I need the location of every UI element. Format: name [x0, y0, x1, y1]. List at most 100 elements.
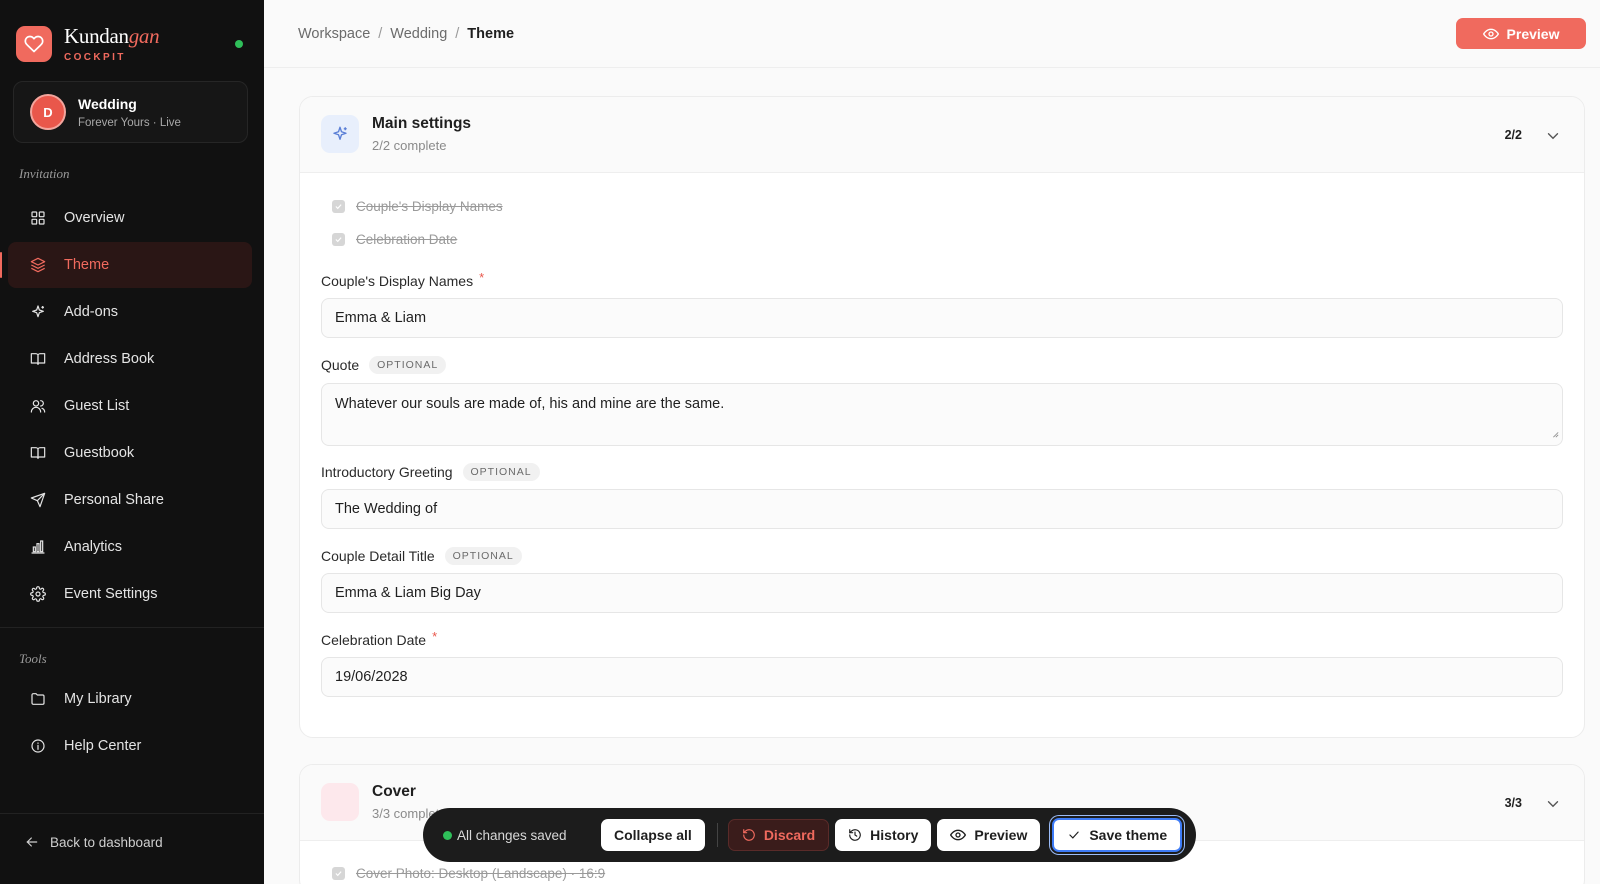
- online-status-dot: [235, 40, 243, 48]
- send-icon: [28, 490, 48, 510]
- brand[interactable]: Kundangan COCKPIT: [16, 24, 160, 63]
- floating-action-bar: All changes saved Collapse all Discard H…: [423, 808, 1196, 862]
- event-meta: Forever Yours · Live: [78, 116, 181, 129]
- brand-subtitle: COCKPIT: [64, 52, 126, 63]
- sidebar-divider: [0, 627, 264, 628]
- checklist-item: Celebration Date: [332, 232, 457, 247]
- section-label-tools: Tools: [19, 651, 47, 666]
- checkbox-checked: [332, 867, 345, 880]
- grid-icon: [28, 208, 48, 228]
- preview-button[interactable]: Preview: [1456, 18, 1586, 49]
- history-icon: [848, 828, 862, 842]
- celebration-date-input[interactable]: 19/06/2028: [321, 657, 1563, 697]
- detail-title-input[interactable]: Emma & Liam Big Day: [321, 573, 1563, 613]
- image-icon: [321, 783, 359, 821]
- avatar: D: [30, 94, 66, 130]
- book-open-icon: [28, 443, 48, 463]
- sidebar-divider: [0, 813, 264, 814]
- sidebar-item-label: Guest List: [64, 398, 130, 414]
- main-settings-header[interactable]: Main settings 2/2 complete 2/2: [300, 97, 1584, 173]
- chevron-down-icon[interactable]: [1544, 795, 1562, 813]
- collapse-all-button[interactable]: Collapse all: [601, 819, 705, 851]
- sidebar-item-guest-list[interactable]: Guest List: [8, 383, 252, 429]
- preview-bar-button[interactable]: Preview: [937, 819, 1041, 851]
- history-button[interactable]: History: [835, 819, 932, 851]
- save-theme-button[interactable]: Save theme: [1052, 818, 1183, 852]
- eye-icon: [950, 827, 967, 843]
- saved-status-dot: [443, 830, 452, 840]
- folder-icon: [28, 689, 48, 709]
- event-title: Wedding: [78, 95, 137, 112]
- back-to-dashboard-link[interactable]: Back to dashboard: [24, 834, 163, 850]
- greeting-input[interactable]: The Wedding of: [321, 489, 1563, 529]
- optional-badge: OPTIONAL: [444, 547, 522, 565]
- save-status: All changes saved: [443, 828, 601, 843]
- sidebar-item-label: Analytics: [64, 539, 123, 555]
- sidebar-item-add-ons[interactable]: Add-ons: [8, 289, 252, 335]
- arrow-left-icon: [24, 834, 40, 850]
- info-icon: [28, 736, 48, 756]
- checklist-item: Cover Photo: Desktop (Landscape) · 16:9: [332, 866, 605, 881]
- main-settings-card: Main settings 2/2 complete 2/2 Couple's …: [299, 96, 1585, 738]
- card-title: Cover: [372, 783, 416, 800]
- breadcrumb-workspace[interactable]: Workspace: [298, 26, 370, 42]
- sidebar-item-help-center[interactable]: Help Center: [8, 723, 252, 769]
- sidebar-item-label: Add-ons: [64, 304, 119, 320]
- users-icon: [28, 396, 48, 416]
- breadcrumb-theme: Theme: [467, 26, 515, 42]
- resize-grip-icon[interactable]: [1551, 426, 1559, 442]
- sidebar-item-label: Theme: [64, 257, 110, 273]
- sidebar-item-theme[interactable]: Theme: [0, 242, 252, 288]
- sidebar-item-my-library[interactable]: My Library: [8, 676, 252, 722]
- heart-logo-icon: [16, 25, 52, 62]
- sidebar-item-label: Help Center: [64, 738, 142, 754]
- card-subtitle: 2/2 complete: [372, 138, 447, 153]
- gear-icon: [28, 584, 48, 604]
- book-icon: [28, 349, 48, 369]
- sidebar-tools-nav: My Library Help Center: [8, 676, 252, 770]
- couple-names-input[interactable]: Emma & Liam: [321, 298, 1563, 338]
- detail-title-label: Couple Detail Title OPTIONAL: [321, 547, 522, 565]
- sidebar-item-event-settings[interactable]: Event Settings: [8, 571, 252, 617]
- quote-textarea[interactable]: Whatever our souls are made of, his and …: [321, 383, 1563, 446]
- card-count: 3/3: [1504, 796, 1522, 810]
- optional-badge: OPTIONAL: [369, 356, 447, 374]
- discard-button[interactable]: Discard: [727, 819, 830, 851]
- sidebar-item-label: Address Book: [64, 351, 155, 367]
- sidebar-item-analytics[interactable]: Analytics: [8, 524, 252, 570]
- check-icon: [1067, 828, 1081, 842]
- optional-badge: OPTIONAL: [462, 463, 540, 481]
- breadcrumb: Workspace / Wedding / Theme: [298, 26, 515, 42]
- sidebar-item-overview[interactable]: Overview: [8, 195, 252, 241]
- sidebar-item-label: Personal Share: [64, 492, 164, 508]
- sidebar: Kundangan COCKPIT D Wedding Forever Your…: [0, 0, 264, 884]
- bar-chart-icon: [28, 537, 48, 557]
- sidebar-item-label: My Library: [64, 691, 132, 707]
- celebration-date-label: Celebration Date *: [321, 628, 438, 649]
- section-label-invitation: Invitation: [19, 166, 70, 181]
- back-link-label: Back to dashboard: [50, 834, 163, 850]
- checklist-item: Couple's Display Names: [332, 199, 503, 214]
- checkbox-checked: [332, 200, 345, 213]
- topbar: Workspace / Wedding / Theme Preview: [264, 0, 1600, 68]
- sidebar-nav: Overview Theme Add-ons Address Book Gues…: [0, 195, 252, 618]
- undo-icon: [742, 828, 756, 842]
- greeting-label: Introductory Greeting OPTIONAL: [321, 463, 540, 481]
- sidebar-item-personal-share[interactable]: Personal Share: [8, 477, 252, 523]
- sidebar-item-label: Event Settings: [64, 586, 158, 602]
- breadcrumb-wedding[interactable]: Wedding: [390, 26, 447, 42]
- sidebar-item-label: Overview: [64, 210, 125, 226]
- couple-names-label: Couple's Display Names *: [321, 269, 485, 290]
- eye-icon: [1482, 26, 1499, 42]
- sidebar-item-label: Guestbook: [64, 445, 135, 461]
- card-title: Main settings: [372, 115, 472, 132]
- chevron-down-icon[interactable]: [1544, 127, 1562, 145]
- brand-name: Kundangan: [64, 24, 160, 48]
- event-switcher[interactable]: D Wedding Forever Yours · Live: [13, 81, 248, 143]
- sparkle-icon: [28, 302, 48, 322]
- sparkle-icon: [321, 115, 359, 153]
- sidebar-item-guestbook[interactable]: Guestbook: [8, 430, 252, 476]
- layers-icon: [28, 255, 48, 275]
- card-count: 2/2: [1504, 128, 1522, 142]
- sidebar-item-address-book[interactable]: Address Book: [8, 336, 252, 382]
